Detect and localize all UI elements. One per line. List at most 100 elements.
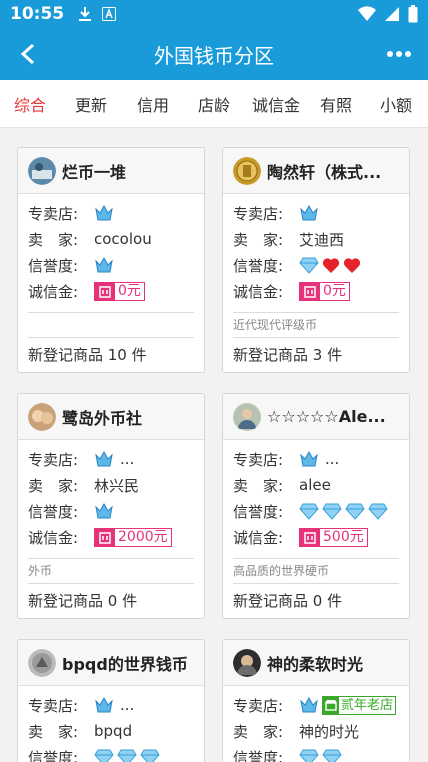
- deposit-label: 诚信金:: [28, 282, 79, 301]
- shop-name: ☆☆☆☆☆Ale...: [267, 407, 386, 426]
- crown-icon: [95, 696, 113, 713]
- avatar: [233, 402, 261, 431]
- shop-description: [28, 313, 194, 337]
- app-notification-icon: [102, 7, 117, 21]
- seller-name: alee: [299, 476, 331, 494]
- seller-label: 卖 家:: [233, 230, 284, 249]
- shop-card-header: 鹭岛外币社: [18, 394, 204, 440]
- crown-icon: [95, 502, 113, 519]
- crown-icon: [95, 204, 113, 221]
- more-dot-icon: [405, 51, 411, 57]
- shop-card[interactable]: 烂币一堆 专卖店: 卖 家: cocolou 信誉度: 诚信金: 0元 新登记商…: [17, 147, 205, 373]
- shop-name: 鹭岛外币社: [62, 408, 143, 428]
- shop-card[interactable]: ☆☆☆☆☆Ale... 专卖店: ... 卖 家: alee 信誉度: 诚信金:…: [222, 393, 410, 619]
- deposit-label: 诚信金:: [28, 528, 79, 547]
- credit-label: 信誉度:: [233, 748, 284, 762]
- more-menu-button[interactable]: [384, 40, 414, 68]
- new-items-count: 新登记商品 3 件: [233, 346, 343, 364]
- tab-credit[interactable]: 信用: [122, 92, 184, 116]
- avatar: [28, 648, 56, 677]
- seller-label: 卖 家:: [28, 230, 79, 249]
- seller-name: 林兴民: [94, 476, 140, 495]
- more-stores: ...: [120, 696, 135, 714]
- diamond-icon: [368, 503, 388, 520]
- shop-name: 神的柔软时光: [267, 654, 364, 674]
- shop-card-header: 烂币一堆: [18, 148, 204, 194]
- deposit-icon: [304, 531, 316, 544]
- shop-card[interactable]: bpqd的世界钱币 专卖店: ... 卖 家: bpqd 信誉度:: [17, 639, 205, 762]
- status-time: 10:55: [10, 4, 65, 24]
- tab-updated[interactable]: 更新: [60, 92, 122, 116]
- credit-label: 信誉度:: [28, 502, 79, 521]
- back-arrow-icon: [20, 43, 35, 65]
- tab-comprehensive[interactable]: 综合: [0, 92, 60, 116]
- seller-name: bpqd: [94, 722, 133, 740]
- more-dot-icon: [396, 51, 402, 57]
- shop-description: 高品质的世界硬币: [233, 564, 330, 578]
- deposit-badge: 0元: [299, 281, 350, 301]
- app-bar: 外国钱币分区: [0, 28, 428, 80]
- shop-card[interactable]: 鹭岛外币社 专卖店: ... 卖 家: 林兴民 信誉度: 诚信金: 2000元 …: [17, 393, 205, 619]
- credit-label: 信誉度:: [28, 748, 79, 762]
- deposit-icon: [304, 285, 316, 298]
- shop-name: 烂币一堆: [62, 162, 127, 182]
- crown-icon: [95, 450, 113, 467]
- diamond-icon: [299, 503, 319, 520]
- credit-label: 信誉度:: [233, 256, 284, 275]
- heart-icon: [322, 257, 340, 273]
- tab-small-amount[interactable]: 小额: [364, 92, 428, 116]
- shop-card[interactable]: 陶然轩（株式... 专卖店: 卖 家: 艾迪西 信誉度: 诚信金: 0元 近代现…: [222, 147, 410, 373]
- deposit-badge: 500元: [299, 527, 368, 547]
- avatar: [28, 402, 56, 431]
- new-items-count: 新登记商品 0 件: [233, 592, 343, 610]
- seller-label: 卖 家:: [28, 476, 79, 495]
- new-items-count: 新登记商品 0 件: [28, 592, 138, 610]
- diamond-icon: [299, 749, 319, 762]
- seller-name: 神的时光: [299, 722, 360, 741]
- deposit-badge: 0元: [94, 281, 145, 301]
- diamond-icon: [117, 749, 137, 762]
- deposit-badge: 2000元: [94, 527, 172, 547]
- shop-description: 近代现代评级币: [233, 318, 318, 332]
- new-items-count: 新登记商品 10 件: [28, 346, 147, 364]
- diamond-icon: [322, 503, 342, 520]
- deposit-label: 诚信金:: [233, 282, 284, 301]
- diamond-icon: [94, 749, 114, 762]
- avatar: [28, 156, 56, 185]
- tab-shop-age[interactable]: 店龄: [184, 92, 244, 116]
- tab-deposit[interactable]: 诚信金: [244, 92, 308, 116]
- old-shop-badge: 贰年老店: [322, 695, 397, 715]
- shop-name: bpqd的世界钱币: [62, 654, 188, 674]
- crown-icon: [300, 204, 318, 221]
- page-title: 外国钱币分区: [154, 43, 274, 68]
- seller-name: 艾迪西: [299, 230, 345, 249]
- shop-icon: [325, 700, 337, 711]
- back-button[interactable]: [14, 40, 42, 68]
- sort-tabs: 综合 更新 信用 店龄 诚信金 有照 小额: [0, 80, 428, 128]
- download-icon: [79, 7, 92, 21]
- seller-label: 卖 家:: [28, 722, 79, 741]
- shop-card-header: 神的柔软时光: [223, 640, 409, 686]
- more-stores: ...: [325, 450, 340, 468]
- crown-icon: [300, 450, 318, 467]
- deposit-icon: [99, 531, 111, 544]
- heart-icon: [343, 257, 361, 273]
- store-label: 专卖店:: [28, 696, 79, 715]
- crown-icon: [300, 696, 318, 713]
- shop-card[interactable]: 神的柔软时光 专卖店: 贰年老店 卖 家: 神的时光 信誉度:: [222, 639, 410, 762]
- battery-icon: [408, 5, 418, 23]
- store-label: 专卖店:: [233, 450, 284, 469]
- seller-name: cocolou: [94, 230, 152, 248]
- diamond-icon: [345, 503, 365, 520]
- store-label: 专卖店:: [28, 450, 79, 469]
- more-dot-icon: [387, 51, 393, 57]
- tab-licensed[interactable]: 有照: [308, 92, 364, 116]
- avatar: [233, 648, 261, 677]
- wifi-icon: [358, 6, 376, 22]
- seller-label: 卖 家:: [233, 476, 284, 495]
- seller-label: 卖 家:: [233, 722, 284, 741]
- diamond-icon: [299, 257, 319, 274]
- avatar: [233, 156, 261, 185]
- diamond-icon: [322, 749, 342, 762]
- deposit-icon: [99, 285, 111, 298]
